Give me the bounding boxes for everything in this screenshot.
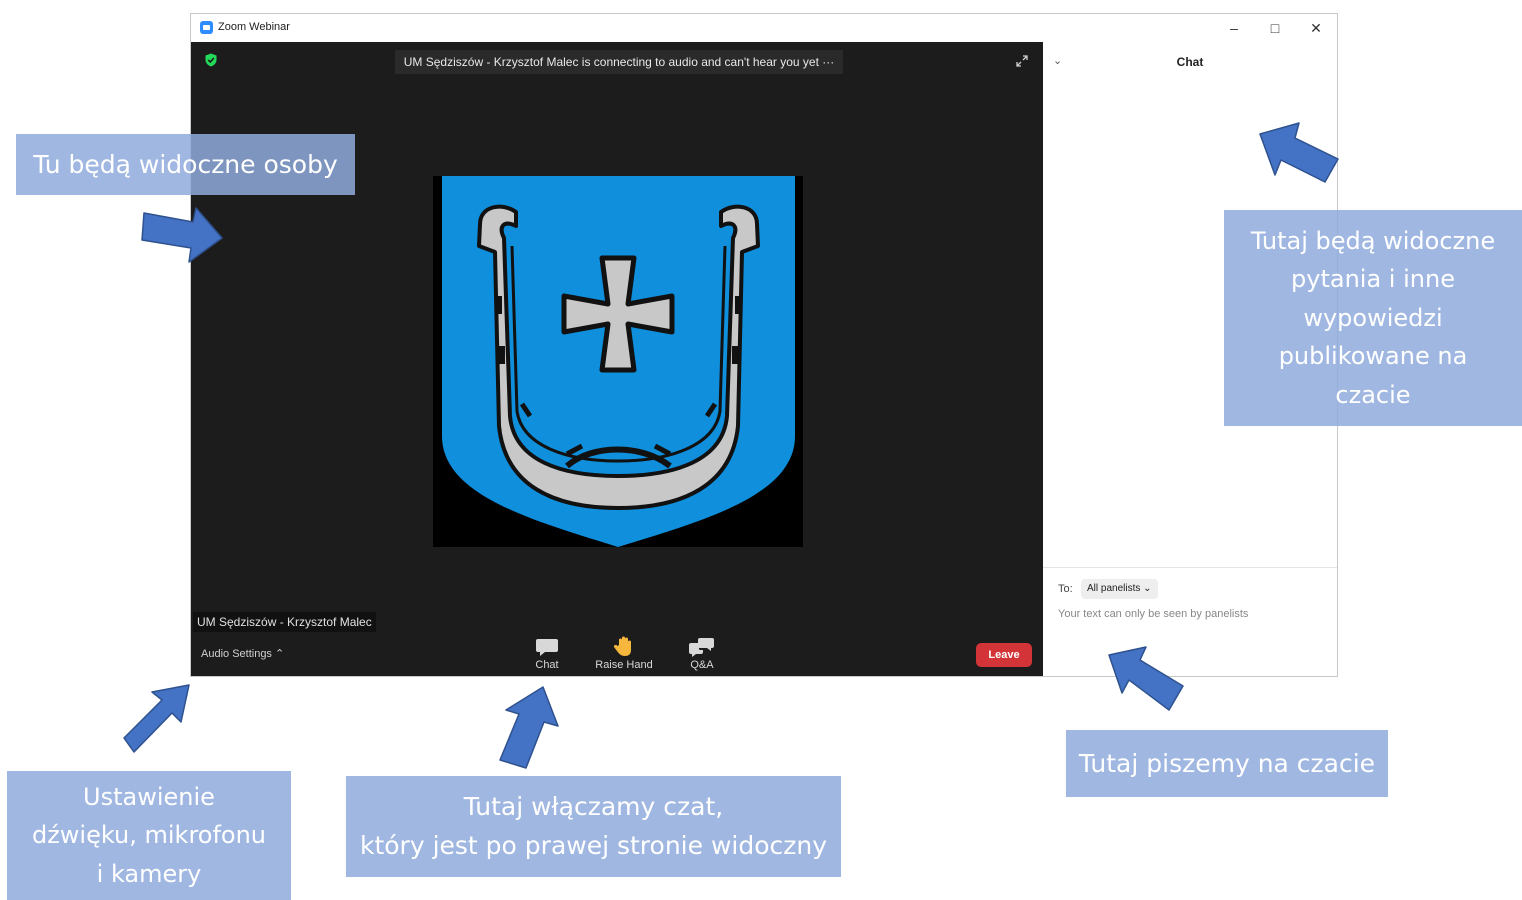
- arrow-up-right-icon: [123, 684, 190, 753]
- arrow-up-left-icon: [1259, 122, 1339, 183]
- annotation-arrows: [123, 122, 1339, 769]
- arrow-up-right-icon: [499, 686, 559, 769]
- arrow-up-left-icon: [1108, 646, 1184, 711]
- arrow-right-icon: [141, 207, 223, 263]
